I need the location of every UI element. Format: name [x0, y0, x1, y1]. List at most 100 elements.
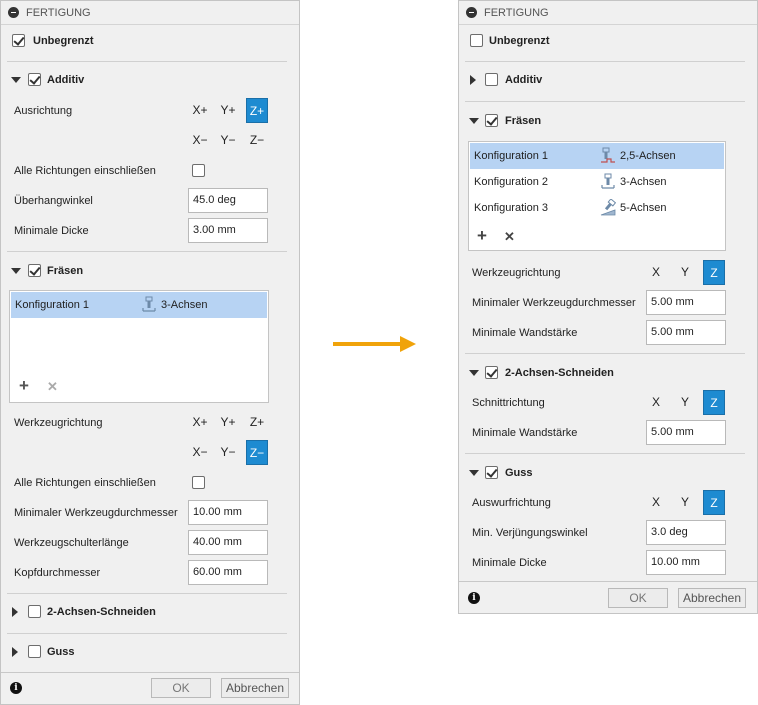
- auswurfrichtung-label: Auswurfrichtung: [472, 497, 551, 509]
- werkzeugdurchmesser-input[interactable]: 10.00 mm: [188, 500, 268, 525]
- expand-down-icon[interactable]: [11, 77, 21, 83]
- guss-checkbox[interactable]: [28, 645, 41, 658]
- schulterlaenge-input[interactable]: 40.00 mm: [188, 530, 268, 555]
- werkzeugrichtung-label: Werkzeugrichtung: [14, 417, 103, 429]
- config-row[interactable]: Konfiguration 3 5-Achsen: [470, 195, 724, 221]
- delete-icon[interactable]: ✕: [504, 229, 515, 245]
- unbegrenzt-checkbox[interactable]: [12, 34, 25, 47]
- axis-zplus-button[interactable]: Z+: [246, 98, 268, 123]
- axis-x-button[interactable]: X: [645, 490, 667, 515]
- ueberhang-input[interactable]: 45.0 deg: [188, 188, 268, 213]
- axis-xminus-button[interactable]: X−: [189, 440, 211, 465]
- alle-richtungen-checkbox[interactable]: [192, 164, 205, 177]
- additiv-label: Additiv: [47, 74, 85, 86]
- schulterlaenge-label: Werkzeugschulterlänge: [14, 537, 129, 549]
- panel-header[interactable]: FERTIGUNG: [1, 1, 299, 25]
- cancel-button[interactable]: Abbrechen: [221, 678, 289, 698]
- axis-yminus-button[interactable]: Y−: [217, 128, 239, 153]
- info-icon[interactable]: i: [10, 682, 22, 694]
- left-panel: FERTIGUNG Unbegrenzt Additiv Ausrichtung…: [0, 0, 300, 705]
- unbegrenzt-label: Unbegrenzt: [489, 35, 550, 47]
- panel-title: FERTIGUNG: [26, 7, 91, 19]
- divider: [7, 633, 287, 634]
- divider: [465, 453, 745, 454]
- config-list[interactable]: Konfiguration 1 2,5-Achsen Konfiguration…: [468, 141, 726, 251]
- axis-y-button[interactable]: Y: [674, 490, 696, 515]
- axis-xplus-button[interactable]: X+: [189, 410, 211, 435]
- divider: [459, 581, 757, 582]
- additiv-checkbox[interactable]: [485, 73, 498, 86]
- guss-label: Guss: [47, 646, 75, 658]
- axis-z-button[interactable]: Z: [703, 390, 725, 415]
- kopfdurchmesser-input[interactable]: 60.00 mm: [188, 560, 268, 585]
- expand-down-icon[interactable]: [11, 268, 21, 274]
- config-name: Konfiguration 1: [474, 150, 548, 162]
- axis-x-button[interactable]: X: [645, 390, 667, 415]
- verjuengungswinkel-input[interactable]: 3.0 deg: [646, 520, 726, 545]
- add-icon[interactable]: +: [477, 226, 487, 246]
- expand-right-icon[interactable]: [470, 75, 476, 85]
- info-icon[interactable]: i: [468, 592, 480, 604]
- axis-yminus-button[interactable]: Y−: [217, 440, 239, 465]
- axis-zminus-button[interactable]: Z−: [246, 440, 268, 465]
- divider: [465, 353, 745, 354]
- config-list[interactable]: Konfiguration 1 3-Achsen + ✕: [9, 290, 269, 403]
- werkzeugdurchmesser-label: Minimaler Werkzeugdurchmesser: [14, 507, 178, 519]
- panel-header[interactable]: FERTIGUNG: [459, 1, 757, 25]
- axis-yplus-button[interactable]: Y+: [217, 98, 239, 123]
- axis-z-button[interactable]: Z: [703, 490, 725, 515]
- expand-down-icon[interactable]: [469, 118, 479, 124]
- cancel-button[interactable]: Abbrechen: [678, 588, 746, 608]
- axis-z-button[interactable]: Z: [703, 260, 725, 285]
- axis-xminus-button[interactable]: X−: [189, 128, 211, 153]
- collapse-icon[interactable]: [466, 7, 477, 18]
- kopfdurchmesser-label: Kopfdurchmesser: [14, 567, 101, 579]
- config-row[interactable]: Konfiguration 1 3-Achsen: [11, 292, 267, 318]
- guss-checkbox[interactable]: [485, 466, 498, 479]
- werkzeugdurchmesser-label: Minimaler Werkzeugdurchmesser: [472, 297, 636, 309]
- werkzeugrichtung-label: Werkzeugrichtung: [472, 267, 561, 279]
- schneiden-checkbox[interactable]: [485, 366, 498, 379]
- unbegrenzt-label: Unbegrenzt: [33, 35, 94, 47]
- fraesen-label: Fräsen: [505, 115, 542, 127]
- ok-button[interactable]: OK: [608, 588, 668, 608]
- delete-icon[interactable]: ✕: [47, 379, 58, 395]
- expand-down-icon[interactable]: [469, 470, 479, 476]
- axis-y-button[interactable]: Y: [674, 390, 696, 415]
- config-row[interactable]: Konfiguration 1 2,5-Achsen: [470, 143, 724, 169]
- axis-y-button[interactable]: Y: [674, 260, 696, 285]
- axis-x-button[interactable]: X: [645, 260, 667, 285]
- divider: [465, 61, 745, 62]
- fraesen-checkbox[interactable]: [485, 114, 498, 127]
- wandstaerke-input[interactable]: 5.00 mm: [646, 420, 726, 445]
- two-five-axis-tool-icon: [601, 147, 615, 163]
- additiv-checkbox[interactable]: [28, 73, 41, 86]
- werkzeugdurchmesser-input[interactable]: 5.00 mm: [646, 290, 726, 315]
- wandstaerke-label: Minimale Wandstärke: [472, 327, 578, 339]
- divider: [465, 101, 745, 102]
- expand-right-icon[interactable]: [12, 607, 18, 617]
- ok-button[interactable]: OK: [151, 678, 211, 698]
- collapse-icon[interactable]: [8, 7, 19, 18]
- axis-xplus-button[interactable]: X+: [189, 98, 211, 123]
- config-type: 5-Achsen: [620, 202, 667, 214]
- alle-richtungen-checkbox[interactable]: [192, 476, 205, 489]
- schneiden-label: 2-Achsen-Schneiden: [47, 606, 156, 618]
- axis-yplus-button[interactable]: Y+: [217, 410, 239, 435]
- add-icon[interactable]: +: [19, 376, 29, 396]
- axis-zminus-button[interactable]: Z−: [246, 128, 268, 153]
- config-name: Konfiguration 3: [474, 202, 548, 214]
- expand-right-icon[interactable]: [12, 647, 18, 657]
- config-row[interactable]: Konfiguration 2 3-Achsen: [470, 169, 724, 195]
- fraesen-checkbox[interactable]: [28, 264, 41, 277]
- unbegrenzt-checkbox[interactable]: [470, 34, 483, 47]
- schneiden-checkbox[interactable]: [28, 605, 41, 618]
- ueberhang-label: Überhangwinkel: [14, 195, 93, 207]
- divider: [7, 61, 287, 62]
- axis-zplus-button[interactable]: Z+: [246, 410, 268, 435]
- dicke-input[interactable]: 10.00 mm: [646, 550, 726, 575]
- wandstaerke-input[interactable]: 5.00 mm: [646, 320, 726, 345]
- config-type: 3-Achsen: [620, 176, 667, 188]
- dicke-input[interactable]: 3.00 mm: [188, 218, 268, 243]
- expand-down-icon[interactable]: [469, 370, 479, 376]
